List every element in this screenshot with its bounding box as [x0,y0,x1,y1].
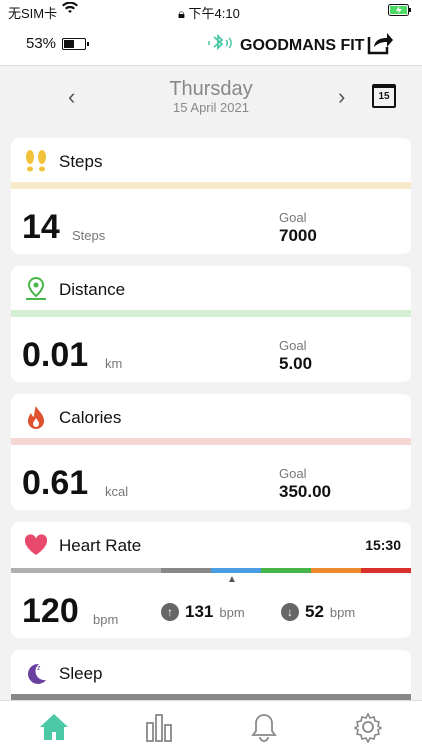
bar-chart-icon [146,714,172,742]
calories-unit: kcal [105,484,129,499]
brand-name: GOODMANS FIT [240,36,365,54]
lock-icon: 🔒︎ [178,6,185,21]
zone-bar-rest [11,568,161,573]
zone-bar-max [361,568,411,573]
heart-rate-time: 15:30 [365,537,401,553]
app-header: 53% GOODMANS FIT [0,22,422,66]
carrier-label: 无SIM卡 [8,6,58,21]
goal-value: 5.00 [279,354,313,373]
steps-unit: Steps [72,228,106,243]
steps-card[interactable]: Steps 14 Steps Goal 7000 [11,138,411,254]
min-heart-rate: ↓ 52 bpm [281,602,355,622]
goal-value: 350.00 [279,482,331,501]
home-icon [40,714,68,740]
goal-label: Goal [279,338,307,353]
min-unit: bpm [329,604,356,620]
arrow-up-icon: ↑ [161,603,179,621]
color-stripe [11,310,411,317]
tab-home[interactable] [38,711,70,743]
calories-card[interactable]: Calories 0.61 kcal Goal 350.00 [11,394,411,510]
tab-bar [0,700,422,750]
svg-text:z: z [37,665,41,672]
zone-bar-fat-burn [211,568,261,573]
calendar-icon[interactable]: 15 [372,84,396,108]
moon-icon: z [23,660,49,686]
arrow-down-icon: ↓ [281,603,299,621]
distance-card[interactable]: Distance 0.01 km Goal 5.00 [11,266,411,382]
max-heart-rate: ↑ 131 bpm [161,602,245,622]
date-navigator: ‹ Thursday 15 April 2021 › 15 [0,66,422,132]
goal-value: 7000 [279,226,317,245]
status-bar: 无SIM卡 🔒︎ 下午4:10 [0,0,422,22]
flame-icon [23,404,49,430]
tab-settings[interactable] [352,711,384,744]
day-label: Thursday [169,78,253,100]
share-button[interactable] [366,28,394,61]
tab-notifications[interactable] [248,711,280,743]
time-label: 下午4:10 [188,6,240,21]
heart-rate-unit: bpm [93,612,119,627]
heart-rate-card[interactable]: Heart Rate 15:30 ▲ 120 bpm ↑ 131 bpm ↓ 5… [11,522,411,638]
card-title: Calories [59,408,122,427]
gear-icon [353,712,383,744]
heart-rate-value: 120 [22,592,79,630]
bluetooth-icon [206,32,232,59]
zone-bar-cardio [261,568,311,573]
footprints-icon [23,148,49,174]
max-value: 131 [185,602,214,621]
goal-label: Goal [279,210,307,225]
tab-statistics[interactable] [143,711,175,743]
max-unit: bpm [219,604,245,620]
heart-icon [23,532,49,558]
zone-bar-anaerobic [311,568,361,573]
calories-value: 0.61 [22,464,89,502]
map-pin-icon [23,276,49,302]
distance-value: 0.01 [22,336,89,374]
wifi-icon [62,1,78,17]
share-icon [367,33,393,55]
bell-icon [251,714,277,742]
distance-unit: km [105,356,123,371]
battery-icon [62,37,90,50]
zone-marker-icon: ▲ [227,574,237,585]
device-battery: 53% [26,35,90,52]
color-stripe [11,182,411,189]
min-value: 52 [305,602,324,621]
steps-value: 14 [22,208,60,246]
clock: 🔒︎ 下午4:10 [178,3,240,22]
zone-bar-light [161,568,211,573]
card-title: Steps [59,152,103,171]
color-stripe [11,438,411,445]
goal-label: Goal [279,466,307,481]
battery-percent: 53% [26,35,57,52]
chevron-right-icon[interactable]: › [338,84,345,110]
card-title: Distance [59,280,126,299]
card-title: Heart Rate [59,536,142,555]
brand: GOODMANS FIT [206,32,364,59]
battery-charging-icon [388,4,412,19]
card-title: Sleep [59,664,103,683]
date-label: 15 April 2021 [173,100,249,115]
